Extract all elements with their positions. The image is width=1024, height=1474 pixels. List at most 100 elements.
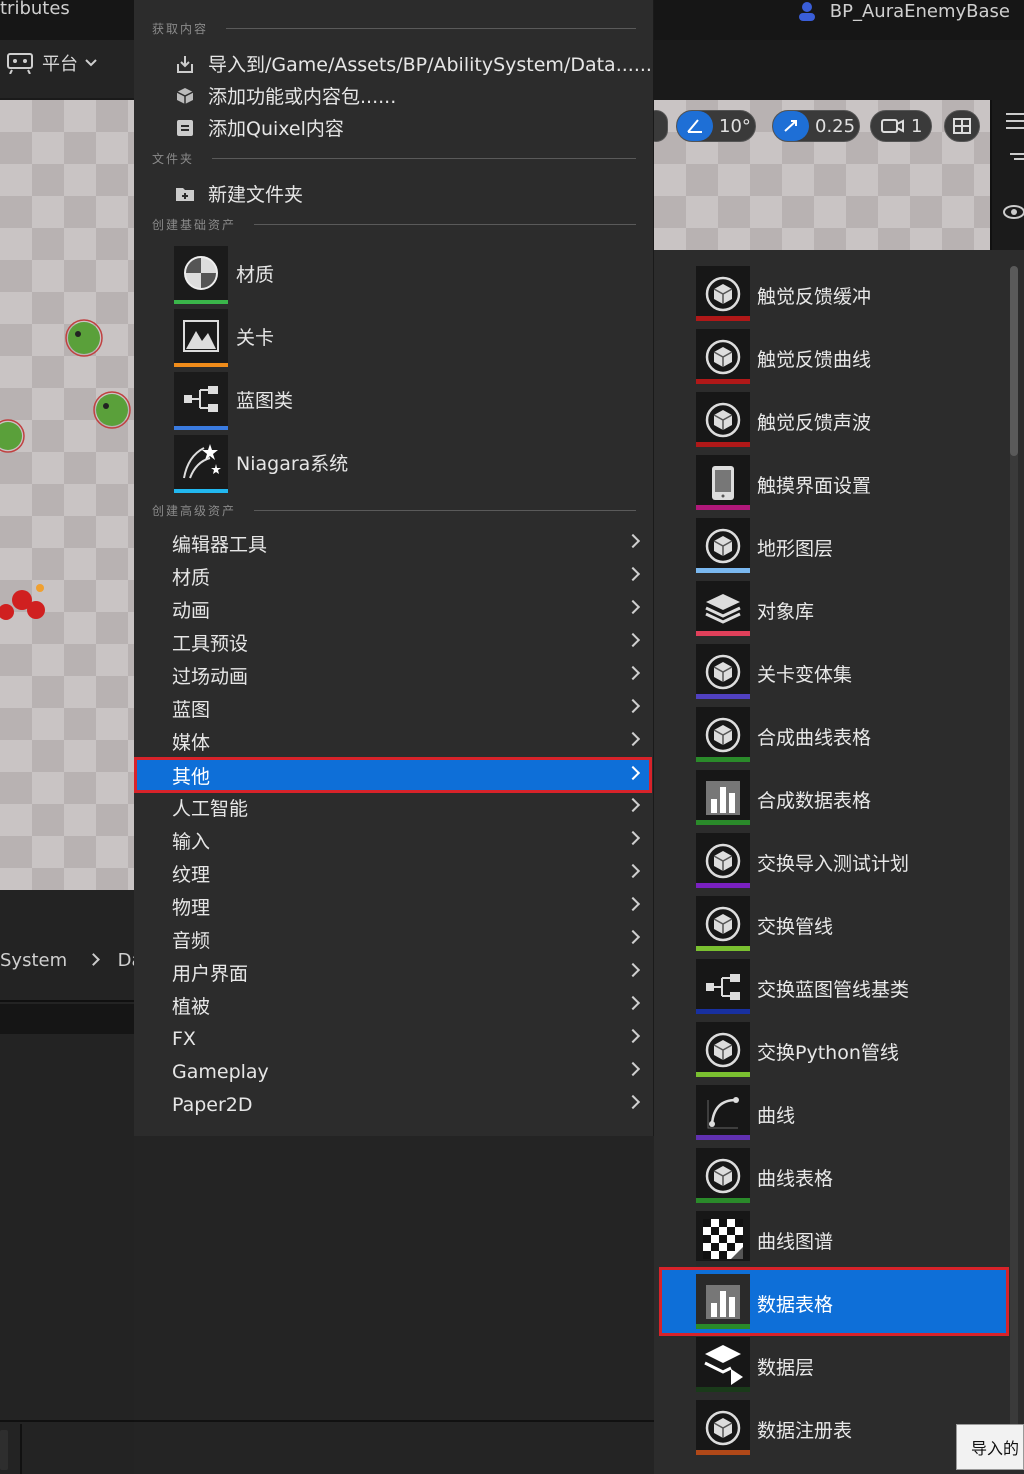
adv-label: 用户界面 [172, 963, 249, 985]
basic-asset-level-label: 关卡 [236, 326, 275, 349]
chevron-right-icon [86, 953, 100, 966]
adv-label: 蓝图 [172, 699, 211, 721]
chevron-right-icon [625, 731, 641, 747]
submenu-item[interactable]: 对象库 [654, 577, 1006, 640]
adv-category-animation[interactable]: 动画 [134, 593, 652, 626]
adv-category-media[interactable]: 媒体 [134, 725, 652, 758]
adv-category-material[interactable]: 材质 [134, 560, 652, 593]
camera-speed-button[interactable]: 1 [870, 110, 932, 142]
adv-category-user-interface[interactable]: 用户界面 [134, 956, 652, 989]
submenu-item[interactable]: 触觉反馈缓冲 [654, 262, 1006, 325]
new-folder-icon [174, 183, 196, 205]
blueprint-class-icon [174, 372, 228, 430]
basic-asset-niagara-label: Niagara系统 [236, 452, 349, 475]
adv-category-foliage[interactable]: 植被 [134, 989, 652, 1022]
basic-asset-niagara[interactable]: Niagara系统 [174, 435, 349, 493]
basic-asset-level[interactable]: 关卡 [174, 309, 275, 367]
adv-label: 工具预设 [172, 633, 249, 655]
viewport-layout-button[interactable] [944, 110, 980, 142]
scale-snap-button[interactable]: 0.25 [772, 110, 860, 142]
adv-category-ai[interactable]: 人工智能 [134, 791, 652, 824]
breadcrumb-item-system[interactable]: System [0, 950, 67, 971]
submenu-item[interactable]: 曲线表格 [654, 1144, 1006, 1207]
camera-icon [881, 119, 904, 133]
blueprint-class-icon [696, 959, 750, 1014]
asset-color-bar [696, 757, 750, 762]
adv-label: 其他 [172, 765, 211, 788]
submenu-item[interactable]: 数据层 [654, 1333, 1006, 1396]
filter-icon[interactable] [1010, 152, 1024, 166]
adv-category-blueprint[interactable]: 蓝图 [134, 692, 652, 725]
adv-category-fx[interactable]: FX [134, 1022, 652, 1055]
blueprint-asset-icon [798, 2, 815, 21]
submenu-item[interactable]: 合成数据表格 [654, 766, 1006, 829]
chevron-right-icon [625, 896, 641, 912]
submenu-item[interactable]: 数据表格 [659, 1267, 1009, 1336]
asset-color-bar [696, 505, 750, 510]
adv-category-physics[interactable]: 物理 [134, 890, 652, 923]
editor-tab-right[interactable]: BP_AuraEnemyBase [796, 0, 1010, 22]
asset-color-bar [696, 1198, 750, 1203]
submenu-item-label: 合成数据表格 [757, 790, 872, 812]
submenu-item-label: 曲线 [757, 1105, 796, 1127]
adv-category-texture[interactable]: 纹理 [134, 857, 652, 890]
content-area [134, 1136, 654, 1474]
enemy-characters [0, 319, 131, 620]
submenu-item[interactable]: 触摸界面设置 [654, 451, 1006, 514]
layers-icon [696, 581, 750, 636]
submenu-item-label: 交换导入测试计划 [757, 853, 910, 875]
adv-category-audio[interactable]: 音频 [134, 923, 652, 956]
menu-item-add-feature-pack[interactable]: 添加功能或内容包...... [174, 82, 396, 109]
adv-label: FX [172, 1027, 196, 1050]
submenu-item[interactable]: 交换管线 [654, 892, 1006, 955]
basic-asset-blueprint-class[interactable]: 蓝图类 [174, 372, 293, 430]
asset-color-bar [696, 1324, 750, 1329]
asset-color-bar [696, 820, 750, 825]
submenu-item[interactable]: 关卡变体集 [654, 640, 1006, 703]
section-get-content-label: 获取内容 [152, 21, 209, 36]
submenu-item-label: 地形图层 [757, 538, 834, 560]
add-new-context-menu: 获取内容 导入到/Game/Assets/BP/AbilitySystem/Da… [134, 0, 654, 1136]
asset-color-bar [696, 316, 750, 321]
cube-icon [696, 644, 750, 699]
submenu-item[interactable]: 交换导入测试计划 [654, 829, 1006, 892]
adv-category-miscellaneous[interactable]: 其他 [134, 757, 652, 793]
submenu-item-label: 数据层 [757, 1357, 815, 1379]
submenu-item[interactable]: 曲线图谱 [654, 1207, 1006, 1270]
level-viewport-left[interactable] [0, 100, 134, 890]
submenu-item[interactable]: 触觉反馈曲线 [654, 325, 1006, 388]
platform-dropdown[interactable]: 平台 [6, 50, 98, 76]
menu-item-import[interactable]: 导入到/Game/Assets/BP/AbilitySystem/Data...… [174, 50, 652, 77]
cube-icon [696, 896, 750, 951]
data-layer-icon [696, 1337, 750, 1392]
eye-icon[interactable] [1002, 204, 1024, 220]
chevron-right-icon [625, 665, 641, 681]
submenu-item-label: 合成曲线表格 [757, 727, 872, 749]
adv-category-input[interactable]: 输入 [134, 824, 652, 857]
submenu-item[interactable]: 触觉反馈声波 [654, 388, 1006, 451]
adv-category-gameplay[interactable]: Gameplay [134, 1055, 652, 1088]
basic-asset-material[interactable]: 材质 [174, 246, 274, 304]
submenu-item[interactable]: 交换蓝图管线基类 [654, 955, 1006, 1018]
list-icon[interactable] [1004, 110, 1024, 132]
adv-category-cinematics[interactable]: 过场动画 [134, 659, 652, 692]
status-bar-button[interactable] [0, 1430, 8, 1470]
submenu-item[interactable]: 数据注册表 [654, 1396, 1006, 1459]
adv-category-editor-tools[interactable]: 编辑器工具 [134, 527, 652, 560]
adv-category-paper2d[interactable]: Paper2D [134, 1088, 652, 1121]
miscellaneous-submenu: 触觉反馈缓冲 触觉反馈曲线触觉反馈声波触摸界面设置地形图层对象库 关卡变体集合成曲线… [654, 250, 1024, 1474]
adv-category-tool-presets[interactable]: 工具预设 [134, 626, 652, 659]
submenu-item[interactable]: 交换Python管线 [654, 1018, 1006, 1081]
chevron-right-icon [625, 962, 641, 978]
menu-item-add-quixel[interactable]: 添加Quixel内容 [174, 114, 344, 141]
submenu-item-label: 触觉反馈声波 [757, 412, 872, 434]
menu-item-new-folder[interactable]: 新建文件夹 [174, 180, 303, 207]
angle-snap-button[interactable]: 10° [676, 110, 756, 142]
editor-tab-left[interactable]: tributes [0, 0, 70, 19]
submenu-item[interactable]: 曲线 [654, 1081, 1006, 1144]
submenu-item[interactable]: 合成曲线表格 [654, 703, 1006, 766]
submenu-item-label: 曲线表格 [757, 1168, 834, 1190]
submenu-scroll-thumb[interactable] [1010, 266, 1018, 456]
submenu-scrollbar[interactable] [1010, 266, 1018, 1451]
submenu-item[interactable]: 地形图层 [654, 514, 1006, 577]
